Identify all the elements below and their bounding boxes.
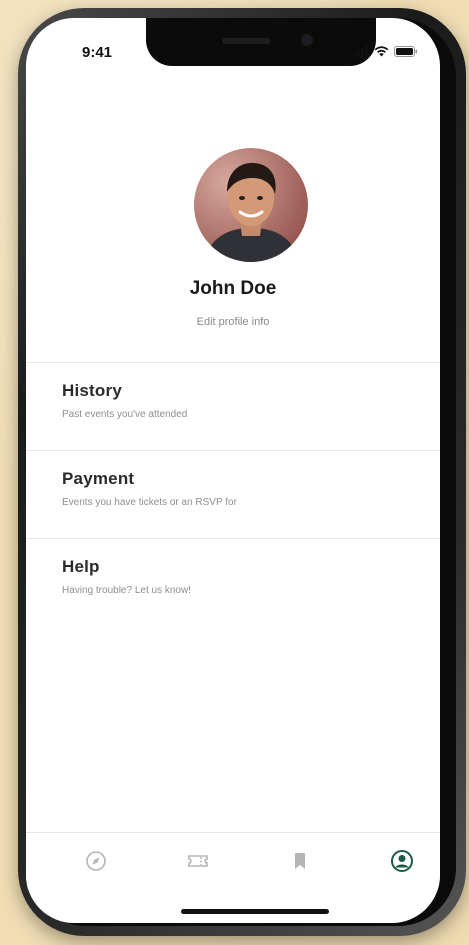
profile-menu: History Past events you've attended Paym… (26, 362, 440, 626)
profile-name: John Doe (189, 278, 277, 299)
menu-item-title: Payment (62, 469, 135, 488)
explore-icon (86, 851, 106, 871)
profile-icon (391, 850, 413, 872)
status-time: 9:41 (82, 44, 113, 61)
avatar[interactable] (194, 148, 308, 262)
wifi-icon (374, 46, 389, 57)
app-screen: 9:41 John Doe Edit profile info History … (26, 18, 440, 923)
profile-photo (194, 148, 308, 262)
menu-item-title: Help (62, 557, 100, 576)
menu-item-subtitle: Events you have tickets or an RSVP for (62, 497, 237, 508)
status-icons (353, 46, 418, 57)
menu-item-help[interactable]: Help Having trouble? Let us know! (26, 538, 440, 626)
signal-icon (353, 46, 368, 57)
home-indicator (181, 909, 329, 914)
speaker (222, 38, 270, 44)
tab-bar (26, 832, 440, 891)
ticket-icon (188, 855, 208, 867)
menu-item-title: History (62, 381, 122, 400)
menu-item-subtitle: Past events you've attended (62, 409, 188, 420)
front-camera (301, 34, 313, 46)
tab-explore[interactable] (84, 849, 108, 873)
edit-profile-link[interactable]: Edit profile info (26, 316, 440, 328)
tab-saved[interactable] (288, 849, 312, 873)
menu-item-payment[interactable]: Payment Events you have tickets or an RS… (26, 450, 440, 538)
menu-item-subtitle: Having trouble? Let us know! (62, 585, 191, 596)
battery-icon (394, 46, 418, 57)
tab-profile[interactable] (390, 849, 414, 873)
notch (146, 18, 376, 66)
tab-tickets[interactable] (186, 849, 210, 873)
bookmark-icon (295, 853, 305, 869)
menu-item-history[interactable]: History Past events you've attended (26, 362, 440, 450)
